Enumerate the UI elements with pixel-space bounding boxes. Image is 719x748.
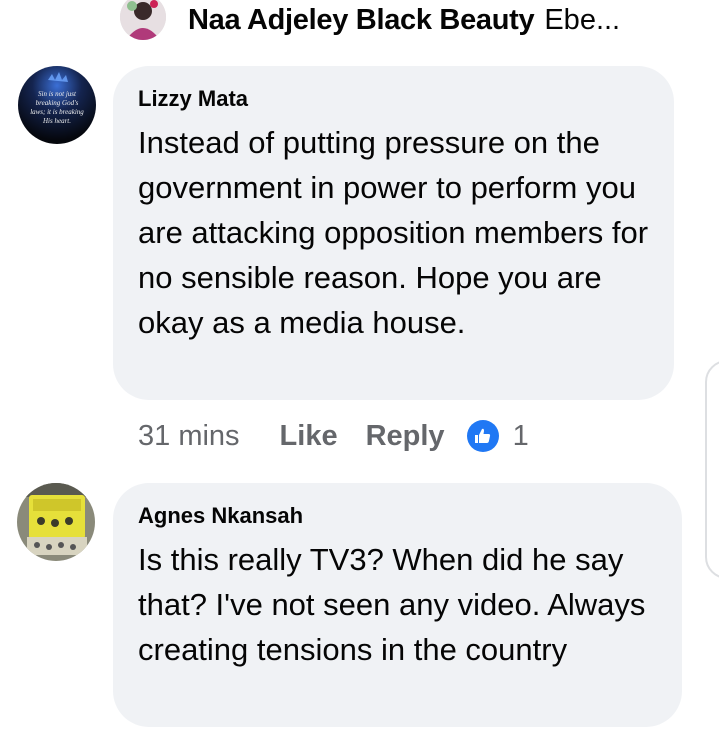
comment-timestamp[interactable]: 31 mins [138, 420, 240, 453]
reply-button[interactable]: Reply [366, 420, 445, 453]
comment-bubble: Lizzy Mata Instead of putting pressure o… [113, 66, 674, 400]
parent-reply-author[interactable]: Naa Adjeley Black Beauty [188, 4, 535, 37]
avatar[interactable]: Sin is not just breaking God's laws; it … [18, 66, 96, 144]
fabric-photo-icon [17, 483, 95, 561]
like-thumb-icon[interactable] [466, 420, 499, 452]
parent-reply-header: Naa Adjeley Black Beauty Ebe... [120, 0, 719, 40]
avatar[interactable] [17, 483, 95, 561]
comment-author[interactable]: Agnes Nkansah [138, 503, 668, 529]
comment-bubble: Agnes Nkansah Is this really TV3? When d… [113, 483, 682, 727]
comment-text: Is this really TV3? When did he say that… [138, 542, 646, 667]
comment-author[interactable]: Lizzy Mata [138, 86, 663, 112]
comment-actions: 31 mins Like Reply 1 [138, 412, 529, 460]
like-button[interactable]: Like [280, 420, 338, 453]
comment-text: Instead of putting pressure on the gover… [138, 125, 649, 340]
profile-photo-icon [120, 0, 166, 40]
reaction-count[interactable]: 1 [513, 420, 529, 453]
offscreen-card-edge [705, 360, 719, 579]
parent-reply-snippet: Ebe... [544, 3, 621, 36]
avatar-quote-text: Sin is not just breaking God's laws; it … [30, 90, 84, 125]
parent-reply-avatar[interactable] [120, 0, 166, 40]
